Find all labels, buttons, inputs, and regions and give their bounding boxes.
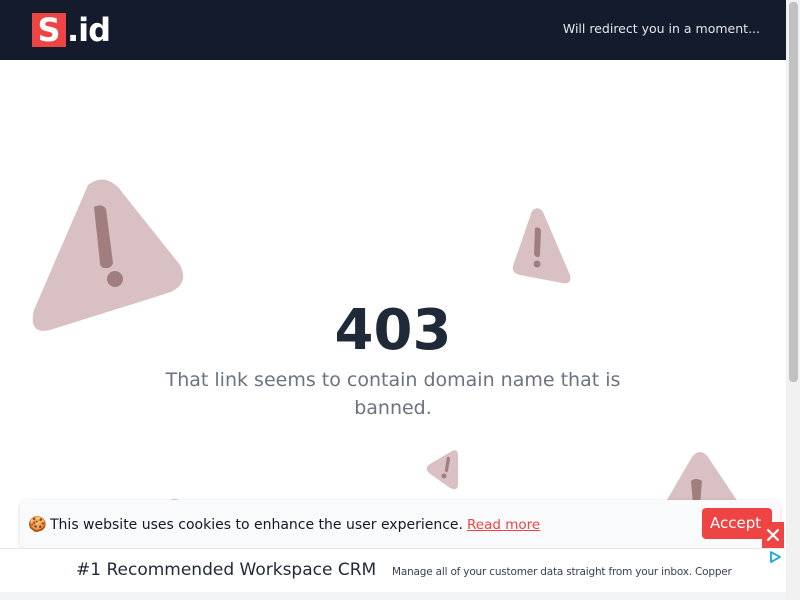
- cookie-message: This website uses cookies to enhance the…: [50, 517, 463, 533]
- ad-headline[interactable]: #1 Recommended Workspace CRM: [76, 559, 376, 581]
- cookie-banner: 🍪 This website uses cookies to enhance t…: [20, 500, 780, 548]
- warning-triangle-icon: [664, 452, 740, 505]
- cookie-icon: 🍪: [28, 515, 47, 533]
- page: S .id Will redirect you in a moment... 4…: [0, 0, 800, 600]
- adchoices-icon[interactable]: [768, 550, 782, 564]
- ad-description[interactable]: Manage all of your customer data straigh…: [392, 565, 732, 579]
- logo-s-mark: S: [32, 13, 66, 47]
- cookie-text-row: This website uses cookies to enhance the…: [50, 516, 540, 534]
- site-logo[interactable]: S .id: [32, 11, 111, 49]
- read-more-link[interactable]: Read more: [467, 517, 540, 533]
- scrollbar-thumb[interactable]: [789, 2, 798, 382]
- ad-close-button[interactable]: [762, 522, 784, 548]
- warning-triangle-icon: [512, 208, 571, 284]
- close-icon: [766, 528, 780, 542]
- redirect-notice: Will redirect you in a moment...: [562, 21, 760, 36]
- warning-triangle-icon: [426, 450, 458, 490]
- error-code: 403: [334, 298, 452, 363]
- error-message: That link seems to contain domain name t…: [165, 369, 621, 419]
- logo-id-text: .id: [67, 11, 111, 49]
- site-header: S .id Will redirect you in a moment...: [0, 0, 786, 60]
- bottom-strip: [0, 592, 800, 600]
- page-scrollbar[interactable]: [786, 0, 800, 600]
